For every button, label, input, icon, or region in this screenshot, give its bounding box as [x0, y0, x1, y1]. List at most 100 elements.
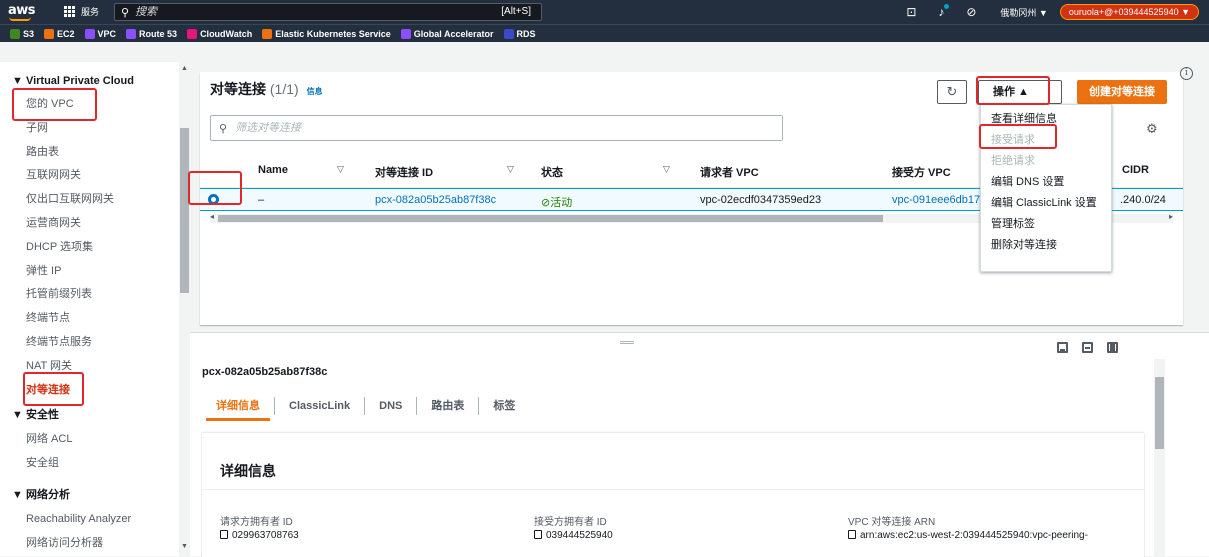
favorite-vpc[interactable]: VPC [84, 28, 116, 39]
requester-owner-value[interactable]: 029963708763 [220, 530, 299, 541]
tab-classiclink[interactable]: ClassicLink [275, 391, 364, 421]
row-accepter-vpc-link[interactable]: vpc-091eee6db179 [892, 194, 986, 206]
tab-dns[interactable]: DNS [365, 391, 416, 421]
column-requester-vpc[interactable]: 请求者 VPC [700, 164, 759, 180]
sort-icon[interactable]: ▽ [663, 164, 670, 175]
row-name: – [258, 194, 265, 206]
info-icon[interactable]: i [1180, 67, 1193, 80]
accepter-owner-value[interactable]: 039444525940 [534, 530, 613, 541]
sidebar-item-carrier-gateways[interactable]: 运营商网关 [0, 212, 189, 236]
sidebar-scrollbar[interactable]: ▲ ▼ [179, 62, 190, 556]
menu-item-edit-dns-settings[interactable]: 编辑 DNS 设置 [981, 172, 1111, 193]
region-selector[interactable]: 俄勒冈州 ▼ [1000, 6, 1047, 19]
sidebar-scroll-thumb[interactable] [180, 128, 189, 293]
sidebar-item-internet-gateways[interactable]: 互联网网关 [0, 164, 189, 188]
sidebar-item-your-vpcs[interactable]: 您的 VPC [0, 93, 189, 117]
global-search-input[interactable] [135, 6, 456, 18]
aws-logo[interactable]: aws [8, 3, 36, 21]
sidebar-item-egress-only-gateways[interactable]: 仅出口互联网网关 [0, 188, 189, 212]
gear-icon[interactable]: ⚙ [1146, 121, 1158, 137]
row-cidr: .240.0/24 [1120, 194, 1166, 206]
sidebar-item-elastic-ips[interactable]: 弹性 IP [0, 260, 189, 284]
sidebar-item-network-access-analyzer[interactable]: 网络访问分析器 [0, 532, 189, 556]
scroll-left-icon[interactable]: ◂ [210, 212, 214, 221]
tab-details[interactable]: 详细信息 [202, 391, 274, 421]
filter-box[interactable]: ⚲ [210, 115, 783, 141]
copy-icon[interactable] [534, 530, 542, 539]
sidebar-section-network-analysis[interactable]: ▼ 网络分析 [0, 482, 189, 508]
eks-icon [262, 28, 273, 39]
column-name[interactable]: Name [258, 164, 288, 176]
top-bar-main-row: aws 服务 ⚲ [Alt+S] ⊡ ♪ ⊘ 俄勒冈州 ▼ ouruola+@+… [0, 0, 1209, 24]
menu-item-view-details[interactable]: 查看详细信息 [981, 109, 1111, 130]
column-accepter-vpc[interactable]: 接受方 VPC [892, 164, 951, 180]
row-select-radio[interactable] [208, 194, 219, 205]
refresh-button[interactable]: ↻ [937, 80, 967, 104]
divider [202, 489, 1144, 490]
split-drag-handle[interactable] [620, 341, 634, 344]
help-icon[interactable]: ⊘ [956, 5, 986, 19]
tab-route-tables[interactable]: 路由表 [417, 391, 478, 421]
favorite-rds[interactable]: RDS [503, 28, 536, 39]
sidebar-section-vpc[interactable]: ▼ Virtual Private Cloud [0, 62, 189, 87]
sidebar-item-security-groups[interactable]: 安全组 [0, 452, 189, 476]
search-shortcut: [Alt+S] [501, 6, 531, 17]
favorite-cloudwatch[interactable]: CloudWatch [187, 28, 252, 39]
split-full-icon[interactable] [1107, 342, 1118, 353]
favorite-s3[interactable]: S3 [10, 28, 34, 39]
sidebar-item-reachability-analyzer[interactable]: Reachability Analyzer [0, 508, 189, 532]
column-cidr[interactable]: CIDR [1122, 164, 1149, 176]
scroll-down-icon[interactable]: ▼ [181, 543, 188, 550]
detail-scrollbar[interactable] [1154, 359, 1165, 557]
notification-bell-icon[interactable]: ♪ [926, 4, 956, 19]
actions-button[interactable]: 操作 ▲ [978, 80, 1062, 104]
sidebar-item-nat-gateways[interactable]: NAT 网关 [0, 355, 189, 379]
top-right-controls: ⊡ ♪ ⊘ 俄勒冈州 ▼ ouruola+@+039444525940 ▼ [896, 3, 1199, 21]
column-status[interactable]: 状态 [541, 164, 563, 180]
favorite-eks[interactable]: Elastic Kubernetes Service [262, 28, 391, 39]
split-bottom-icon[interactable] [1057, 342, 1068, 353]
scroll-up-icon[interactable]: ▲ [181, 65, 188, 72]
sidebar-item-dhcp-options[interactable]: DHCP 选项集 [0, 236, 189, 260]
column-peering-id[interactable]: 对等连接 ID [375, 164, 433, 180]
row-peering-id-link[interactable]: pcx-082a05b25ab87f38c [375, 194, 496, 206]
menu-item-reject-request[interactable]: 拒绝请求 [981, 151, 1111, 172]
menu-item-edit-classiclink-settings[interactable]: 编辑 ClassicLink 设置 [981, 193, 1111, 214]
table-scroll-thumb[interactable] [218, 215, 883, 222]
sidebar-item-network-acls[interactable]: 网络 ACL [0, 428, 189, 452]
info-link[interactable]: 信息 [307, 87, 323, 96]
cloudshell-icon[interactable]: ⊡ [896, 5, 926, 19]
favorite-route53[interactable]: Route 53 [126, 28, 177, 39]
sidebar-section-security[interactable]: ▼ 安全性 [0, 402, 189, 428]
sidebar-item-subnets[interactable]: 子网 [0, 117, 189, 141]
menu-item-accept-request[interactable]: 接受请求 [981, 130, 1111, 151]
detail-scroll-thumb[interactable] [1155, 377, 1164, 449]
global-search[interactable]: ⚲ [Alt+S] [114, 3, 542, 21]
copy-icon[interactable] [220, 530, 228, 539]
vpc-icon [84, 28, 95, 39]
sidebar-item-route-tables[interactable]: 路由表 [0, 141, 189, 165]
ec2-icon [44, 28, 55, 39]
favorite-ec2[interactable]: EC2 [44, 28, 75, 39]
sidebar-item-endpoints[interactable]: 终端节点 [0, 307, 189, 331]
filter-input[interactable] [235, 122, 636, 134]
account-menu[interactable]: ouruola+@+039444525940 ▼ [1059, 4, 1199, 20]
selection-count: (1/1) [269, 81, 299, 97]
sort-icon[interactable]: ▽ [507, 164, 514, 175]
favorite-global-accelerator[interactable]: Global Accelerator [400, 28, 494, 39]
copy-icon[interactable] [848, 530, 856, 539]
peering-arn-value[interactable]: arn:aws:ec2:us-west-2:039444525940:vpc-p… [848, 530, 1088, 541]
scroll-right-icon[interactable]: ▸ [1169, 212, 1173, 221]
sidebar-item-prefix-lists[interactable]: 托管前缀列表 [0, 283, 189, 307]
services-menu-button[interactable]: 服务 [64, 5, 99, 18]
tab-tags[interactable]: 标签 [479, 391, 529, 421]
menu-item-delete-peering[interactable]: 删除对等连接 [981, 235, 1111, 256]
row-status: ⊘活动 [541, 197, 573, 209]
sort-icon[interactable]: ▽ [337, 164, 344, 175]
split-side-icon[interactable] [1082, 342, 1093, 353]
sidebar-item-endpoint-services[interactable]: 终端节点服务 [0, 331, 189, 355]
create-peering-button[interactable]: 创建对等连接 [1077, 80, 1167, 104]
sidebar-item-peering-connections[interactable]: 对等连接 [0, 379, 189, 403]
refresh-icon: ↻ [946, 84, 958, 99]
menu-item-manage-tags[interactable]: 管理标签 [981, 214, 1111, 235]
